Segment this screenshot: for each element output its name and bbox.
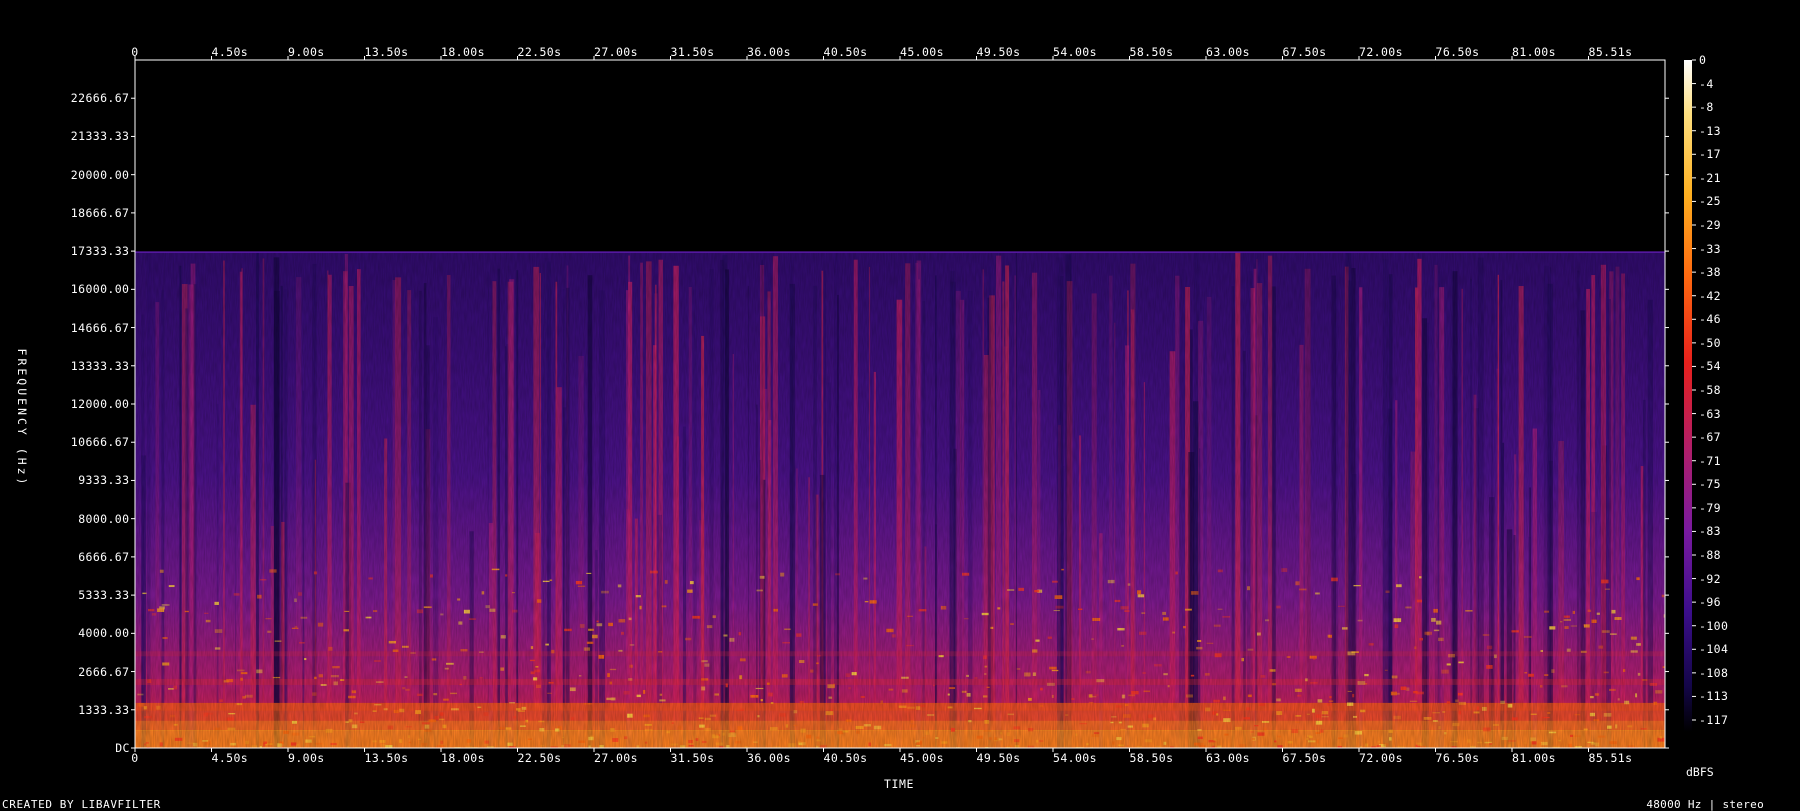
x-tick-label-bottom: 58.50s <box>1129 751 1174 765</box>
spectrogram-chart <box>131 56 1696 752</box>
x-tick-label-top: 72.00s <box>1359 45 1403 59</box>
y-tick-label: 20000.00 <box>70 167 130 182</box>
x-tick-label-bottom: 9.00s <box>288 751 325 765</box>
noise-texture <box>135 252 1665 748</box>
y-tick-label: 9333.33 <box>78 473 130 488</box>
x-tick-label-top: 4.50s <box>211 45 249 59</box>
x-tick-label-top: 40.50s <box>823 45 868 59</box>
colorbar-tick-label: -113 <box>1699 689 1729 704</box>
x-tick-label-top: 13.50s <box>364 45 409 59</box>
colorbar-tick-label: -33 <box>1699 241 1721 256</box>
colorbar-tick-label: -46 <box>1699 312 1721 327</box>
x-tick-label-bottom: 36.00s <box>747 751 791 765</box>
y-tick-label: 5333.33 <box>78 588 130 603</box>
x-tick-label-top: 31.50s <box>670 45 715 59</box>
colorbar <box>1684 59 1696 732</box>
y-tick-label: 1333.33 <box>78 702 130 717</box>
y-tick-label: 4000.00 <box>78 626 130 641</box>
colorbar-tick-label: -96 <box>1699 595 1721 610</box>
x-tick-label-bottom: 63.00s <box>1206 751 1250 765</box>
colorbar-tick-label: 0 <box>1699 53 1707 67</box>
x-tick-label-bottom: 49.50s <box>976 751 1021 765</box>
y-tick-label: DC <box>115 741 130 755</box>
x-tick-label-top: 49.50s <box>976 45 1021 59</box>
colorbar-tick-label: -38 <box>1699 265 1721 280</box>
x-tick-label-bottom: 4.50s <box>211 751 249 765</box>
x-tick-label-bottom: 31.50s <box>670 751 715 765</box>
colorbar-tick-label: -29 <box>1699 218 1721 232</box>
spectrogram-plot <box>135 60 1665 748</box>
colorbar-tick-label: -67 <box>1699 430 1721 445</box>
x-tick-label-bottom: 40.50s <box>823 751 868 765</box>
colorbar-tick-label: -79 <box>1699 500 1721 515</box>
x-tick-label-top: 18.00s <box>441 45 485 59</box>
y-tick-label: 6666.67 <box>78 549 130 564</box>
y-tick-label: 22666.67 <box>70 91 130 106</box>
y-axis-label: FREQUENCY (Hz) <box>15 348 29 488</box>
colorbar-tick-label: -71 <box>1699 453 1721 468</box>
colorbar-tick-label: -42 <box>1699 288 1721 303</box>
colorbar-tick-label: -50 <box>1699 335 1721 350</box>
x-tick-label-top: 63.00s <box>1206 45 1250 59</box>
x-tick-label-bottom: 76.50s <box>1435 751 1480 765</box>
x-tick-label-top: 81.00s <box>1512 45 1556 59</box>
colorbar-gradient <box>1684 60 1692 732</box>
x-tick-label-bottom: 67.50s <box>1282 751 1327 765</box>
y-tick-label: 12000.00 <box>70 397 130 411</box>
colorbar-tick-label: -13 <box>1699 123 1721 138</box>
x-tick-label-top: 58.50s <box>1129 45 1174 59</box>
x-tick-label-top: 85.51s <box>1588 45 1633 59</box>
colorbar-tick-label: -100 <box>1699 618 1729 633</box>
x-tick-label-bottom: 0 <box>131 751 139 765</box>
x-tick-label-bottom: 72.00s <box>1359 751 1403 765</box>
colorbar-tick-label: -8 <box>1699 100 1714 115</box>
x-tick-label-top: 22.50s <box>517 45 562 59</box>
x-tick-label-bottom: 18.00s <box>441 751 485 765</box>
sample-rate-text: 48000 Hz | stereo <box>1646 798 1764 811</box>
x-tick-label-bottom: 81.00s <box>1512 751 1556 765</box>
x-tick-label-top: 36.00s <box>747 45 791 59</box>
colorbar-tick-label: -25 <box>1699 194 1721 209</box>
spectrogram-figure: FREQUENCY (Hz) TIME dBFS CREATED BY LIBA… <box>0 0 1800 811</box>
x-tick-label-bottom: 22.50s <box>517 751 562 765</box>
x-tick-label-bottom: 54.00s <box>1053 751 1097 765</box>
y-tick-label: 2666.67 <box>78 664 130 679</box>
credit-text: CREATED BY LIBAVFILTER <box>2 798 161 811</box>
y-tick-label: 16000.00 <box>70 282 130 297</box>
x-tick-label-bottom: 45.00s <box>900 751 944 765</box>
x-tick-label-top: 54.00s <box>1053 45 1097 59</box>
x-tick-label-top: 45.00s <box>900 45 944 59</box>
colorbar-tick-label: -63 <box>1699 406 1721 421</box>
y-tick-label: 13333.33 <box>70 358 130 373</box>
colorbar-tick-label: -92 <box>1699 571 1721 586</box>
colorbar-tick-label: -54 <box>1699 359 1721 374</box>
y-tick-label: 14666.67 <box>70 320 130 335</box>
colorbar-tick-label: -58 <box>1699 383 1721 397</box>
y-tick-label: 18666.67 <box>70 205 130 220</box>
colorbar-tick-label: -104 <box>1699 642 1729 657</box>
colorbar-tick-label: -75 <box>1699 477 1721 492</box>
colorbar-tick-label: -21 <box>1699 170 1721 185</box>
x-tick-label-top: 9.00s <box>288 45 325 59</box>
x-tick-label-top: 76.50s <box>1435 45 1480 59</box>
x-tick-label-top: 27.00s <box>594 45 638 59</box>
colorbar-unit-label: dBFS <box>1686 765 1714 779</box>
x-tick-label-bottom: 27.00s <box>594 751 638 765</box>
x-axis-label: TIME <box>883 777 915 791</box>
x-tick-label-bottom: 13.50s <box>364 751 409 765</box>
y-tick-label: 10666.67 <box>70 435 130 450</box>
x-tick-label-top: 67.50s <box>1282 45 1327 59</box>
colorbar-tick-label: -4 <box>1699 76 1714 91</box>
y-tick-label: 17333.33 <box>70 244 130 259</box>
y-tick-label: 8000.00 <box>78 511 130 526</box>
colorbar-tick-label: -88 <box>1699 548 1721 562</box>
colorbar-tick-label: -117 <box>1699 713 1729 727</box>
x-tick-label-bottom: 85.51s <box>1588 751 1633 765</box>
colorbar-tick-label: -83 <box>1699 524 1721 539</box>
colorbar-tick-label: -108 <box>1699 665 1729 680</box>
energy-speck <box>1566 747 1575 748</box>
x-tick-label-top: 0 <box>131 45 139 59</box>
colorbar-tick-label: -17 <box>1699 147 1721 162</box>
y-tick-label: 21333.33 <box>70 129 130 144</box>
